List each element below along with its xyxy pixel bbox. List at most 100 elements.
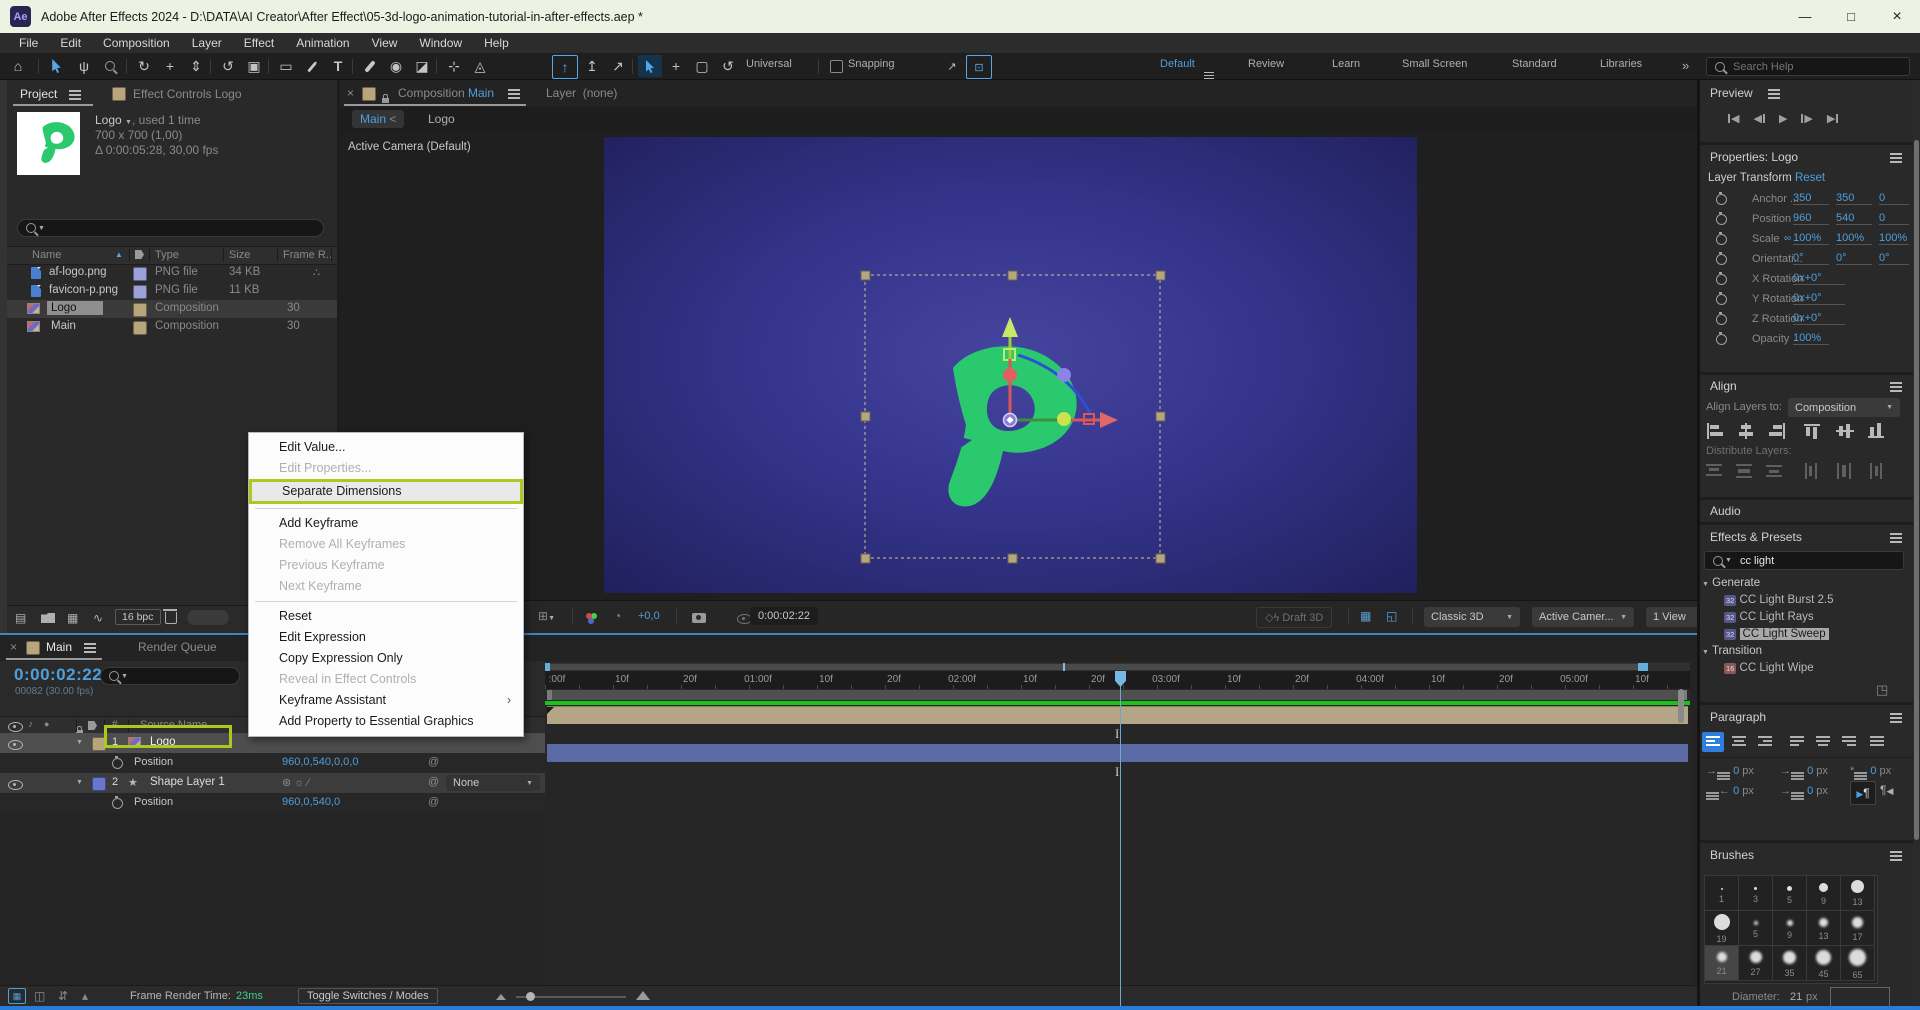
first-frame-button[interactable]: ◀ bbox=[1728, 112, 1739, 125]
right-scrollbar-thumb[interactable] bbox=[1914, 140, 1919, 840]
property-row-position-logo[interactable]: Position 960,0,540,0,0,0 @ bbox=[0, 753, 545, 773]
distribute-left-icon[interactable] bbox=[1804, 463, 1824, 479]
space-after-field[interactable]: → 0 px bbox=[1780, 785, 1828, 797]
draft-3d-button[interactable]: ◇ϟ Draft 3D bbox=[1256, 607, 1332, 628]
justify-all-button[interactable] bbox=[1866, 732, 1888, 752]
justify-last-center-button[interactable] bbox=[1812, 732, 1834, 752]
footage-name[interactable]: Logo ▼, used 1 time bbox=[95, 113, 201, 127]
workspace-overflow-icon[interactable]: » bbox=[1682, 58, 1689, 73]
menu-item-add-property-essential-graphics[interactable]: Add Property to Essential Graphics bbox=[249, 711, 523, 732]
brush-preset[interactable]: 1 bbox=[1705, 876, 1739, 911]
table-row[interactable]: af-logo.png PNG file 34 KB ∴ bbox=[7, 264, 337, 282]
comp-panel-menu-icon[interactable] bbox=[508, 89, 520, 91]
stopwatch-icon[interactable] bbox=[1716, 254, 1727, 265]
pick-whip-icon[interactable]: @ bbox=[428, 756, 439, 768]
effects-group-generate[interactable]: ▼ Generate bbox=[1702, 577, 1760, 589]
rectangle-tool-icon[interactable]: ▭ bbox=[274, 55, 298, 77]
stopwatch-icon[interactable] bbox=[1716, 234, 1727, 245]
project-flowchart-pill[interactable] bbox=[187, 610, 229, 625]
table-row[interactable]: Main Composition 30 bbox=[7, 318, 337, 336]
adjust-icon[interactable]: ∿ bbox=[93, 611, 103, 625]
timeline-scrollbar-thumb[interactable] bbox=[1678, 689, 1684, 723]
exposure-value[interactable]: +0,0 bbox=[638, 610, 660, 622]
play-button[interactable]: ▶ bbox=[1779, 112, 1787, 125]
next-frame-button[interactable]: ▶ bbox=[1801, 112, 1812, 125]
timeline-search[interactable]: ▼ bbox=[100, 667, 240, 685]
comp-frame[interactable] bbox=[604, 137, 1417, 593]
breadcrumb-current[interactable]: Logo bbox=[428, 112, 455, 126]
video-column-icon[interactable] bbox=[8, 722, 23, 732]
snap-grid-icon[interactable]: ⊡ bbox=[966, 55, 992, 79]
table-row[interactable]: favicon-p.png PNG file 11 KB bbox=[7, 282, 337, 300]
label-swatch[interactable] bbox=[133, 285, 147, 299]
last-frame-button[interactable]: ▶ bbox=[1827, 112, 1838, 125]
tab-timeline-main[interactable]: Main bbox=[46, 640, 72, 654]
align-text-center-button[interactable] bbox=[1728, 732, 1750, 752]
brush-preset[interactable]: 45 bbox=[1807, 946, 1841, 981]
view-axis-mode-icon[interactable]: ↗ bbox=[606, 55, 630, 77]
properties-menu-icon[interactable] bbox=[1890, 153, 1902, 155]
comp-mini-flowchart-icon[interactable]: ▦ bbox=[8, 988, 26, 1004]
stopwatch-icon[interactable] bbox=[1716, 334, 1727, 345]
menu-edit[interactable]: Edit bbox=[49, 36, 92, 50]
align-center-horizontal-icon[interactable] bbox=[1736, 423, 1756, 439]
clone-stamp-tool-icon[interactable]: ◉ bbox=[384, 55, 408, 77]
property-value[interactable]: 0x+0° bbox=[1793, 272, 1845, 285]
justify-last-right-button[interactable] bbox=[1838, 732, 1860, 752]
retain-icon[interactable]: ⇵ bbox=[58, 989, 68, 1003]
indent-right-field[interactable]: ← 0 px bbox=[1706, 785, 1754, 797]
property-value[interactable]: 100% bbox=[1793, 332, 1829, 345]
world-axis-mode-icon[interactable]: ↥ bbox=[580, 55, 604, 77]
toggle-switches-modes-button[interactable]: Toggle Switches / Modes bbox=[298, 988, 438, 1004]
selection-tool-icon[interactable] bbox=[44, 55, 68, 77]
renderer-dropdown[interactable]: Classic 3D▼ bbox=[1424, 607, 1520, 627]
workspace-learn[interactable]: Learn bbox=[1332, 58, 1360, 70]
comp-viewer[interactable]: Active Camera (Default) bbox=[340, 133, 1697, 600]
maximize-button[interactable]: □ bbox=[1828, 0, 1874, 33]
menu-view[interactable]: View bbox=[361, 36, 409, 50]
effect-item[interactable]: 32 CC Light Burst 2.5 bbox=[1724, 594, 1834, 606]
layer-row-shape[interactable]: ▼ 2 ★ Shape Layer 1 ⊛ ☼ ∕ @ None▼ bbox=[0, 773, 545, 793]
distribute-center-horizontal-icon[interactable] bbox=[1836, 463, 1856, 479]
draft-mode-icon[interactable]: ◫ bbox=[34, 989, 45, 1003]
workspace-review[interactable]: Review bbox=[1248, 58, 1284, 70]
brush-preset[interactable]: 27 bbox=[1739, 946, 1773, 981]
dolly-camera-tool-icon[interactable]: ⇕ bbox=[184, 55, 208, 77]
brush-tool-icon[interactable] bbox=[358, 55, 382, 77]
work-area-start-handle[interactable] bbox=[547, 690, 552, 700]
guides-icon[interactable]: ⊞▼ bbox=[538, 609, 555, 623]
previous-frame-button[interactable]: ◀ bbox=[1753, 112, 1764, 125]
effects-presets-menu-icon[interactable] bbox=[1890, 533, 1902, 535]
menu-item-copy-expression-only[interactable]: Copy Expression Only bbox=[249, 648, 523, 669]
column-size[interactable]: Size bbox=[229, 249, 250, 261]
hand-tool-icon[interactable]: ψ bbox=[72, 55, 96, 77]
property-value[interactable]: 0 bbox=[1879, 192, 1909, 205]
paragraph-menu-icon[interactable] bbox=[1890, 713, 1902, 715]
text-direction-rtl-button[interactable]: ¶◀ bbox=[1880, 783, 1893, 797]
motion-tracker-tool-icon[interactable]: ◬ bbox=[468, 55, 492, 77]
brush-diameter-value[interactable]: 21 bbox=[1790, 991, 1802, 1003]
column-frame-rate[interactable]: Frame R.. bbox=[283, 249, 332, 261]
indent-left-field[interactable]: → 0 px bbox=[1706, 765, 1754, 777]
label-swatch[interactable] bbox=[133, 321, 147, 335]
layer-expand-icon[interactable]: ▼ bbox=[76, 779, 83, 786]
align-text-right-button[interactable] bbox=[1754, 732, 1776, 752]
new-folder-icon[interactable] bbox=[41, 613, 55, 623]
label-swatch[interactable] bbox=[133, 267, 147, 281]
distribute-right-icon[interactable] bbox=[1868, 463, 1888, 479]
pen-tool-icon[interactable] bbox=[300, 55, 324, 77]
distribute-top-icon[interactable] bbox=[1706, 463, 1726, 479]
property-value[interactable]: 0x+0° bbox=[1793, 312, 1845, 325]
gizmo-position-icon[interactable]: + bbox=[664, 55, 688, 77]
menu-item-reset[interactable]: Reset bbox=[249, 606, 523, 627]
project-search[interactable]: ▼ bbox=[17, 219, 324, 237]
home-icon[interactable]: ⌂ bbox=[6, 55, 30, 77]
property-value[interactable]: 0° bbox=[1793, 252, 1829, 265]
effect-item[interactable]: 32 CC Light Rays bbox=[1724, 611, 1814, 623]
gizmo-universal-icon[interactable] bbox=[638, 55, 662, 77]
property-track-logo-position[interactable]: I bbox=[545, 724, 1690, 744]
link-scale-icon[interactable]: ∞ bbox=[1784, 233, 1791, 244]
minimize-button[interactable]: — bbox=[1782, 0, 1828, 33]
menu-item-add-keyframe[interactable]: Add Keyframe bbox=[249, 513, 523, 534]
timeline-navigator[interactable] bbox=[545, 663, 1690, 671]
